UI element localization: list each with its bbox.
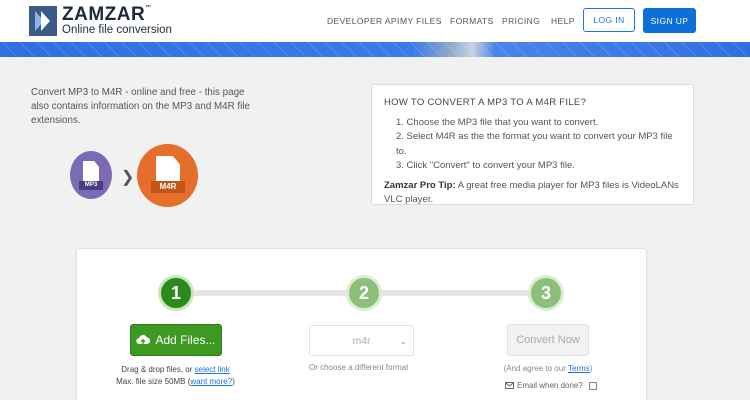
m4r-file-icon: M4R <box>137 144 198 207</box>
top-header: ZAMZAR™ Online file conversion DEVELOPER… <box>0 0 750 42</box>
howto-title: HOW TO CONVERT A MP3 TO A M4R FILE? <box>384 97 587 108</box>
step-3-indicator: 3 <box>528 275 564 311</box>
upload-cloud-icon <box>136 334 151 345</box>
howto-steps: 1. Choose the MP3 file that you want to … <box>384 116 681 173</box>
format-select[interactable]: m4r ⌄ <box>309 325 414 356</box>
banner-pattern <box>0 42 750 57</box>
logo-tm: ™ <box>145 5 152 11</box>
pro-tip: Zamzar Pro Tip: A great free media playe… <box>384 179 681 208</box>
howto-step: 3. Click "Convert" to convert your MP3 f… <box>396 159 575 171</box>
logo-name: ZAMZAR <box>62 4 146 25</box>
nav-my-files[interactable]: MY FILES <box>400 16 442 26</box>
agree-close: ) <box>589 364 593 373</box>
add-files-button[interactable]: Add Files... <box>130 324 222 356</box>
choose-format-hint: Or choose a different format <box>309 363 409 372</box>
zamzar-logo[interactable]: ZAMZAR™ Online file conversion <box>29 5 172 37</box>
chevron-down-icon: ⌄ <box>399 336 407 346</box>
nav-developer-api[interactable]: DEVELOPER API <box>327 16 400 26</box>
step-1-indicator: 1 <box>158 275 194 311</box>
login-button[interactable]: LOG IN <box>583 8 635 32</box>
howto-step: 1. Choose the MP3 file that you want to … <box>396 117 599 128</box>
select-link[interactable]: select link <box>195 365 230 374</box>
chevron-right-icon: ❯ <box>121 169 135 186</box>
logo-icon <box>29 5 57 36</box>
email-when-done: Email when done? <box>505 381 597 390</box>
add-files-label: Add Files... <box>155 333 216 347</box>
want-more-link[interactable]: want more? <box>190 377 232 386</box>
envelope-icon <box>505 382 514 389</box>
agree-text: (And agree to our <box>503 364 568 373</box>
agree-terms-hint: (And agree to our Terms) <box>498 364 598 373</box>
signup-button[interactable]: SIGN UP <box>643 8 696 33</box>
drag-drop-hint: Drag & drop files, or select link Max. f… <box>108 364 243 388</box>
max-size-close: ) <box>232 377 235 386</box>
mp3-label: MP3 <box>79 181 103 190</box>
hero-banner <box>0 42 750 57</box>
nav-pricing[interactable]: PRICING <box>502 16 540 26</box>
drag-drop-text: Drag & drop files, or <box>121 365 195 374</box>
m4r-label: M4R <box>151 181 185 193</box>
intro-text: Convert MP3 to M4R - online and free - t… <box>31 87 250 127</box>
convert-now-button[interactable]: Convert Now <box>507 324 589 356</box>
email-checkbox[interactable] <box>588 381 597 390</box>
mp3-file-icon: MP3 <box>70 151 112 199</box>
format-value: m4r <box>352 334 371 347</box>
nav-formats[interactable]: FORMATS <box>450 16 494 26</box>
howto-box: HOW TO CONVERT A MP3 TO A M4R FILE? 1. C… <box>371 84 694 205</box>
howto-step: 2. Select M4R as the the format you want… <box>396 131 673 157</box>
logo-subtitle: Online file conversion <box>62 24 172 36</box>
email-label: Email when done? <box>517 381 583 390</box>
step-2-indicator: 2 <box>346 275 382 311</box>
max-size-text: Max. file size 50MB ( <box>116 377 191 386</box>
pro-tip-label: Zamzar Pro Tip: <box>384 180 456 191</box>
terms-link[interactable]: Terms <box>568 364 590 373</box>
nav-help[interactable]: HELP <box>551 16 575 26</box>
